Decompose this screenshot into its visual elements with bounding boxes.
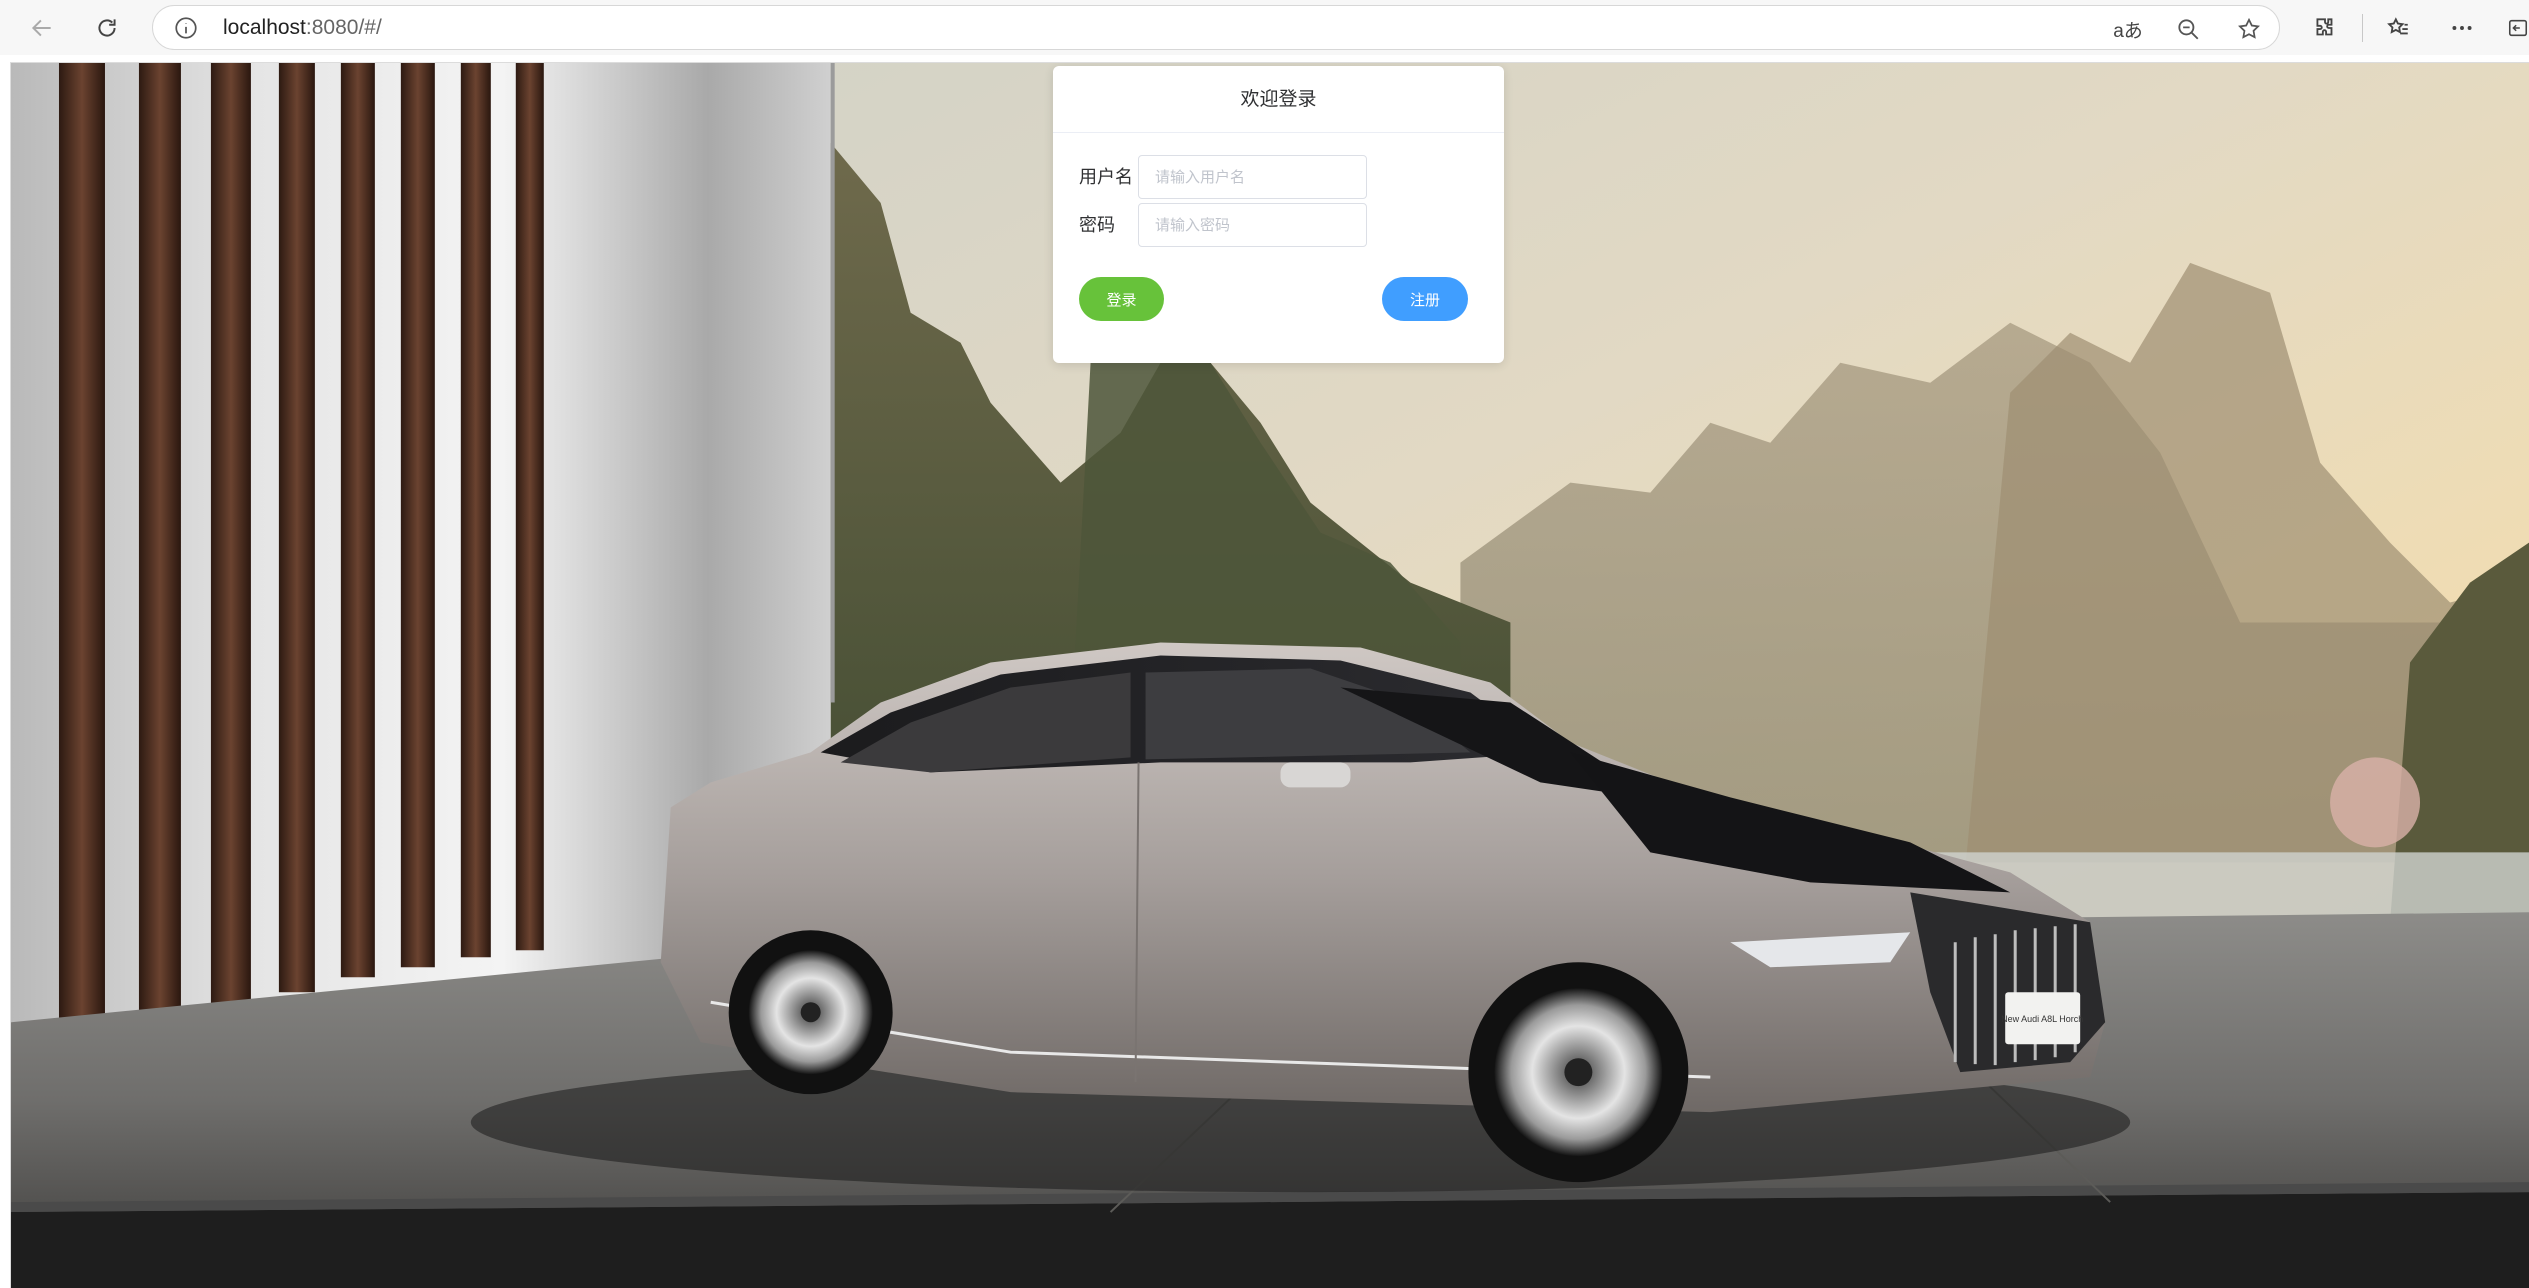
license-plate-text: New Audi A8L Horch	[2001, 1014, 2083, 1024]
url-path: :8080/#/	[305, 16, 382, 39]
info-icon[interactable]	[173, 15, 199, 41]
register-button[interactable]: 注册	[1382, 277, 1468, 321]
login-button[interactable]: 登录	[1079, 277, 1164, 321]
url-host: localhost	[223, 16, 306, 39]
zoom-out-icon[interactable]	[2173, 14, 2203, 44]
login-title: 欢迎登录	[1053, 66, 1504, 133]
extensions-icon[interactable]	[2307, 10, 2343, 46]
refresh-icon[interactable]	[89, 10, 125, 46]
address-bar[interactable]: localhost:8080/#/ aあ	[152, 5, 2280, 50]
favorites-icon[interactable]	[2380, 10, 2416, 46]
login-card: 欢迎登录 用户名 密码 登录 注册	[1053, 66, 1504, 363]
username-label: 用户名	[1079, 167, 1133, 187]
username-input[interactable]	[1138, 155, 1367, 199]
page-viewport: New Audi A8L Horch 欢迎登录 用户名 密码 登录 注册	[10, 62, 2529, 1288]
translate-icon[interactable]: aあ	[2113, 14, 2143, 44]
password-label: 密码	[1079, 215, 1115, 235]
back-icon[interactable]	[24, 10, 60, 46]
toolbar-divider	[2362, 14, 2363, 42]
more-menu-icon[interactable]	[2444, 10, 2480, 46]
browser-toolbar: localhost:8080/#/ aあ	[0, 0, 2529, 55]
password-input[interactable]	[1138, 203, 1367, 247]
sidebar-toggle-icon[interactable]	[2507, 10, 2529, 46]
url-text[interactable]: localhost:8080/#/	[223, 15, 382, 41]
translate-label: aあ	[2113, 20, 2143, 42]
favorite-star-icon[interactable]	[2234, 14, 2264, 44]
